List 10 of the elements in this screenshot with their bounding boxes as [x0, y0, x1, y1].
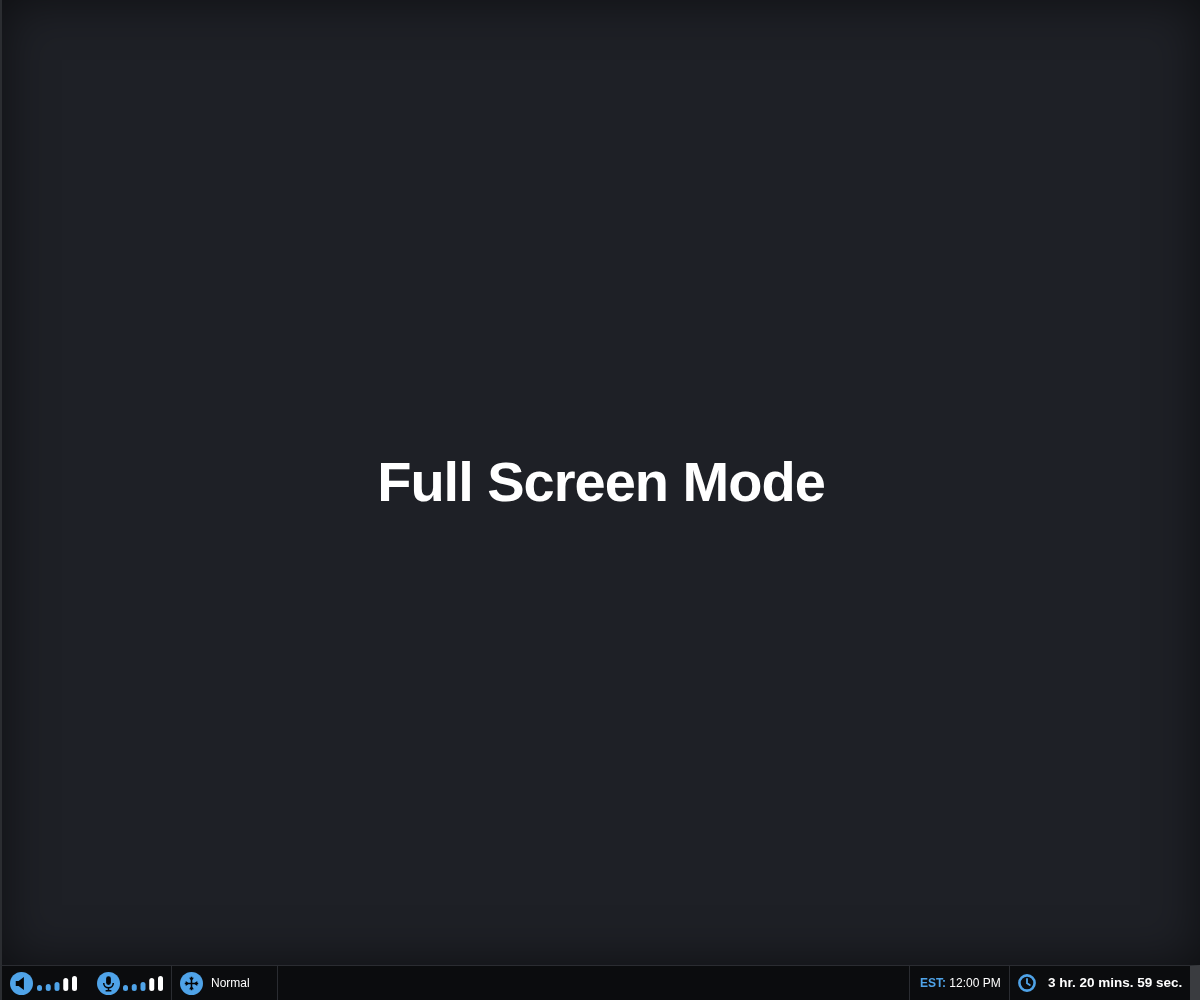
volume-bars-icon	[37, 975, 77, 991]
microphone-icon[interactable]	[97, 971, 120, 995]
full-screen-title: Full Screen Mode	[377, 453, 825, 512]
timezone-clock: EST: 12:00 PM	[920, 975, 1001, 992]
speaker-icon[interactable]	[10, 971, 33, 995]
move-arrows-icon[interactable]	[180, 971, 203, 995]
view-mode-label: Normal	[211, 975, 250, 992]
clock-icon	[1018, 974, 1036, 992]
session-timer: 3 hr. 20 mins. 59 sec.	[1047, 973, 1183, 992]
input-level-bars-icon	[123, 975, 163, 991]
